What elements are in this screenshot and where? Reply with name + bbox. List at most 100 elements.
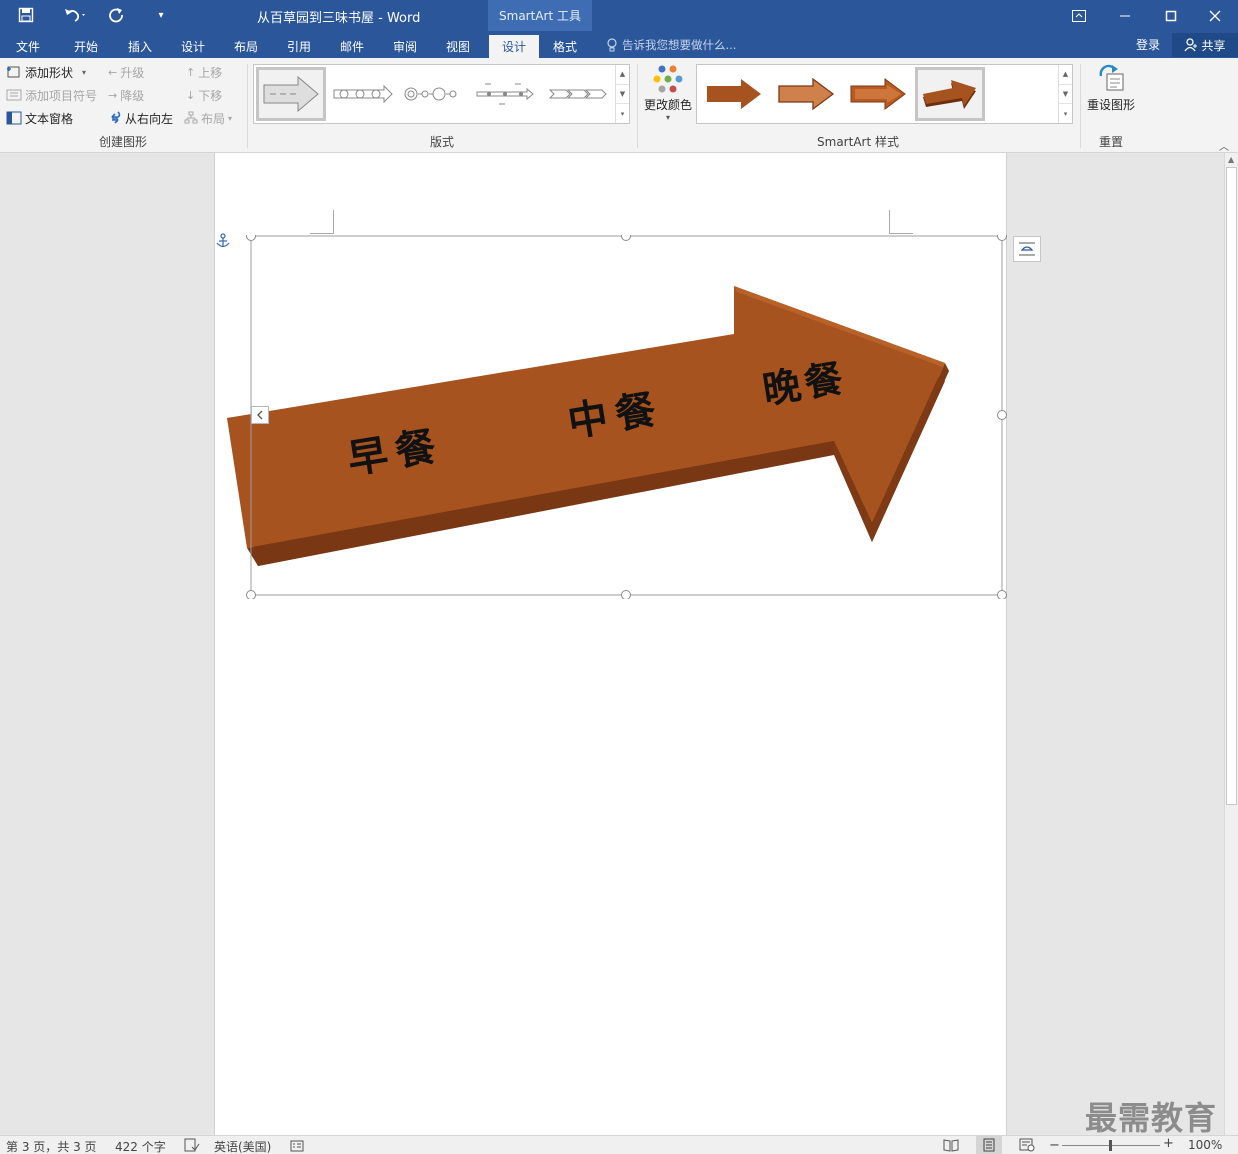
tab-review[interactable]: 审阅 (383, 35, 427, 58)
title-bar: ▾ 从百草园到三味书屋 - Word SmartArt 工具 (0, 0, 1238, 31)
save-icon[interactable] (14, 4, 38, 26)
add-shape-button[interactable]: 添加形状 ▾ (6, 62, 86, 82)
tell-me-search[interactable]: 告诉我您想要做什么... (606, 37, 736, 53)
ribbon-display-options-icon[interactable] (1056, 0, 1102, 31)
document-page[interactable]: 早餐 中餐 晚餐 (214, 153, 1007, 1135)
minimize-icon[interactable] (1102, 0, 1148, 31)
print-layout-icon[interactable] (976, 1136, 1002, 1154)
ribbon: 添加形状 ▾ 添加项目符号 文本窗格 ← 升级 → 降级 从右向左 ↑ 上移 ↓ … (0, 58, 1238, 153)
add-shape-icon (7, 66, 20, 78)
layout-button[interactable]: 布局 ▾ (184, 108, 232, 128)
scroll-thumb[interactable] (1226, 167, 1237, 805)
chevron-left-icon (257, 410, 263, 420)
tab-insert[interactable]: 插入 (118, 35, 162, 58)
share-label: 共享 (1201, 38, 1226, 53)
zoom-in-icon[interactable]: + (1163, 1136, 1174, 1151)
redo-icon[interactable] (104, 4, 128, 26)
add-bullet-icon (6, 89, 22, 101)
layout-option-timeline[interactable] (470, 67, 540, 121)
ribbon-tab-row: 文件 开始 插入 设计 布局 引用 邮件 审阅 视图 设计 格式 告诉我您想要做… (0, 31, 1238, 58)
move-up-button[interactable]: ↑ 上移 (186, 62, 222, 82)
arrow-left-icon: ← (108, 65, 118, 79)
tab-smartart-design[interactable]: 设计 (489, 35, 539, 58)
tab-layout[interactable]: 布局 (224, 35, 268, 58)
smartart-tools-title: SmartArt 工具 (488, 0, 592, 31)
color-palette-icon (653, 65, 683, 93)
person-icon (1184, 38, 1198, 52)
zoom-slider-thumb[interactable] (1109, 1140, 1112, 1151)
text-pane-icon (6, 111, 22, 125)
zoom-out-icon[interactable]: − (1049, 1138, 1060, 1153)
layouts-gallery-scroll[interactable]: ▲ ▼ ▾ (615, 65, 629, 123)
scroll-up-icon[interactable]: ▲ (1228, 155, 1234, 164)
tab-view[interactable]: 视图 (436, 35, 480, 58)
quick-access-customize-icon[interactable]: ▾ (152, 4, 170, 26)
change-colors-label: 更改颜色 (643, 98, 692, 112)
gallery-down-icon[interactable]: ▼ (1059, 85, 1072, 105)
reset-graphic-button[interactable]: 重设图形 (1084, 64, 1138, 113)
layouts-gallery[interactable]: ▲ ▼ ▾ (253, 64, 630, 124)
arrow-right-icon: → (108, 88, 118, 102)
gallery-down-icon[interactable]: ▼ (616, 85, 629, 105)
gallery-more-icon[interactable]: ▾ (616, 104, 629, 123)
text-pane-button[interactable]: 文本窗格 (6, 108, 73, 128)
close-icon[interactable] (1192, 0, 1238, 31)
tab-references[interactable]: 引用 (277, 35, 321, 58)
change-colors-button[interactable]: 更改颜色 ▾ (642, 64, 694, 122)
create-graphic-group-label: 创建图形 (98, 135, 147, 149)
move-down-button[interactable]: ↓ 下移 (186, 85, 222, 105)
smartart-graphic[interactable]: 早餐 中餐 晚餐 (227, 231, 1007, 600)
group-divider (637, 64, 638, 148)
gallery-up-icon[interactable]: ▲ (1059, 65, 1072, 85)
text-pane-toggle[interactable] (251, 406, 269, 424)
gallery-more-icon[interactable]: ▾ (1059, 104, 1072, 123)
document-area: 早餐 中餐 晚餐 (0, 153, 1224, 1135)
tab-design[interactable]: 设计 (171, 35, 215, 58)
right-to-left-icon (111, 111, 121, 124)
styles-gallery-scroll[interactable]: ▲ ▼ ▾ (1058, 65, 1072, 123)
tab-mailings[interactable]: 邮件 (330, 35, 374, 58)
demote-button[interactable]: → 降级 (108, 85, 144, 105)
promote-button[interactable]: ← 升级 (108, 62, 144, 82)
layout-option-arrow-process[interactable] (330, 67, 396, 121)
zoom-level[interactable]: 100% (1188, 1138, 1222, 1152)
add-bullet-button[interactable]: 添加项目符号 (6, 85, 97, 105)
crop-mark-top-left (310, 210, 334, 234)
layouts-group-label: 版式 (429, 135, 454, 149)
style-option-3d[interactable] (915, 67, 985, 121)
proofing-icon[interactable] (184, 1138, 200, 1154)
web-layout-icon[interactable] (1019, 1138, 1035, 1154)
gallery-up-icon[interactable]: ▲ (616, 65, 629, 85)
page-count[interactable]: 第 3 页，共 3 页 (6, 1138, 97, 1154)
tab-file[interactable]: 文件 (6, 35, 50, 58)
maximize-icon[interactable] (1148, 0, 1194, 31)
collapse-ribbon-icon[interactable]: ︿ (1219, 138, 1229, 153)
style-option-bevel[interactable] (843, 67, 913, 121)
read-mode-icon[interactable] (943, 1138, 959, 1154)
document-title: 从百草园到三味书屋 - Word (257, 11, 421, 26)
chevron-down-icon: ▾ (665, 113, 670, 122)
smartart-styles-gallery[interactable]: ▲ ▼ ▾ (696, 64, 1073, 124)
style-option-outline[interactable] (771, 67, 841, 121)
reset-graphic-icon (1099, 64, 1124, 91)
layout-option-basic-arrow[interactable] (256, 67, 326, 121)
arrow-up-icon: ↑ (186, 65, 196, 79)
right-to-left-button[interactable]: 从右向左 (108, 108, 173, 128)
zoom-slider[interactable] (1062, 1140, 1160, 1151)
share-button[interactable]: 共享 (1172, 33, 1238, 57)
layout-options-icon[interactable] (1013, 236, 1041, 262)
macro-icon[interactable] (290, 1138, 304, 1154)
vertical-scrollbar[interactable]: ▲ (1224, 153, 1238, 1135)
login-link[interactable]: 登录 (1136, 36, 1160, 53)
group-divider (1080, 64, 1081, 148)
tab-home[interactable]: 开始 (64, 35, 108, 58)
undo-icon[interactable] (58, 4, 92, 26)
tab-smartart-format[interactable]: 格式 (543, 35, 587, 58)
language-indicator[interactable]: 英语(美国) (214, 1138, 271, 1154)
crop-mark-top-right (889, 210, 913, 234)
style-option-simple[interactable] (699, 67, 769, 121)
layout-option-chevron[interactable] (544, 67, 612, 121)
layout-option-circle-process[interactable] (400, 67, 466, 121)
arrow-down-icon: ↓ (186, 88, 196, 102)
word-count[interactable]: 422 个字 (115, 1138, 166, 1154)
